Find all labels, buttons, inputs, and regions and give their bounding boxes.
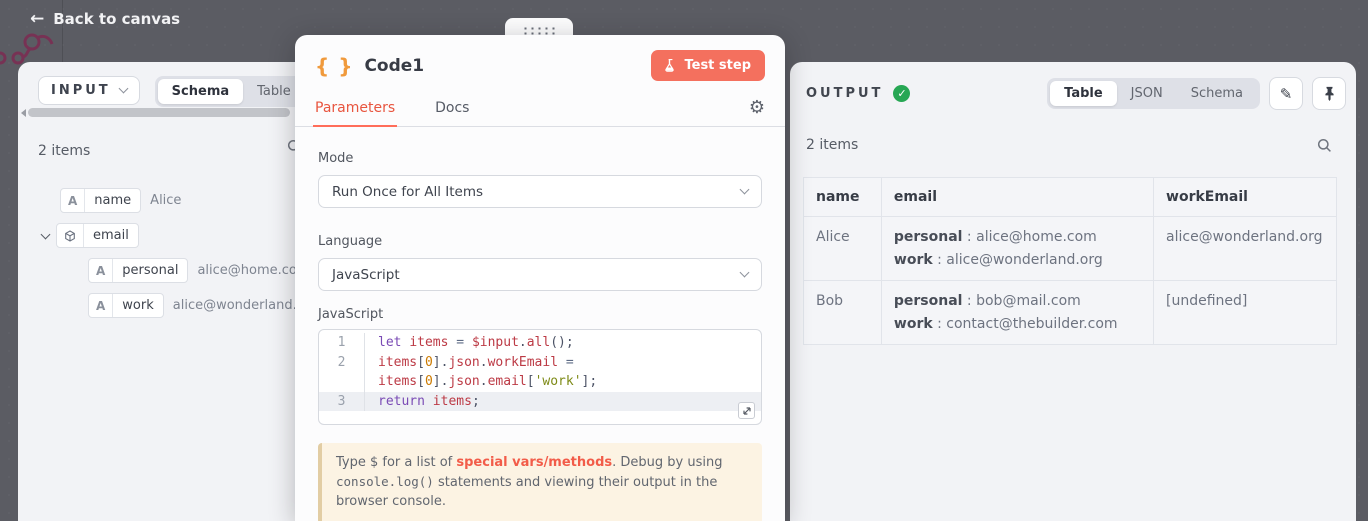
- cell-workemail-error: [undefined]: [1154, 281, 1337, 345]
- output-tab-schema[interactable]: Schema: [1177, 81, 1257, 106]
- string-type-icon: A: [89, 259, 113, 282]
- scroll-left-arrow-icon[interactable]: [21, 109, 26, 117]
- output-items-count: 2 items: [806, 137, 858, 153]
- language-label: Language: [318, 234, 762, 249]
- mode-label: Mode: [318, 151, 762, 166]
- string-type-icon: A: [89, 294, 113, 317]
- output-view-tabs: Table JSON Schema: [1047, 78, 1260, 109]
- special-vars-link[interactable]: special vars/methods: [456, 455, 612, 470]
- output-table-header-row: name email workEmail: [804, 178, 1337, 217]
- input-source-select[interactable]: INPUT: [38, 76, 140, 105]
- code-line[interactable]: 2items[0].json.workEmail =: [319, 353, 761, 373]
- cell-email: personal : bob@mail.com work : contact@t…: [881, 281, 1153, 345]
- schema-pill-name[interactable]: A name: [60, 188, 141, 213]
- schema-row-name: A name Alice: [60, 188, 181, 213]
- pin-data-button[interactable]: [1312, 77, 1346, 110]
- pencil-icon: ✎: [1280, 85, 1293, 103]
- schema-row-email: email: [42, 223, 139, 248]
- column-header-workemail: workEmail: [1154, 178, 1337, 217]
- back-to-canvas-label: Back to canvas: [53, 10, 180, 28]
- string-type-icon: A: [61, 189, 85, 212]
- tab-docs[interactable]: Docs: [435, 90, 469, 126]
- mode-select[interactable]: Run Once for All Items: [318, 175, 762, 208]
- test-step-button[interactable]: Test step: [651, 50, 765, 81]
- column-header-email: email: [881, 178, 1153, 217]
- settings-gear-icon[interactable]: ⚙: [749, 99, 765, 117]
- cell-workemail: alice@wonderland.org: [1154, 217, 1337, 281]
- code-line[interactable]: items[0].json.email['work'];: [319, 372, 761, 392]
- code-text: return items;: [365, 392, 480, 412]
- n8n-logo-icon: [0, 26, 54, 66]
- table-row: Bob personal : bob@mail.com work : conta…: [804, 281, 1337, 345]
- console-log-code: console.log(): [336, 474, 434, 489]
- input-items-count: 2 items: [38, 143, 90, 159]
- chevron-down-icon: [740, 185, 750, 195]
- output-table: name email workEmail Alice personal : al…: [803, 177, 1337, 345]
- code-editor-label: JavaScript: [318, 307, 762, 322]
- back-arrow-icon: ←: [30, 11, 44, 28]
- line-number: [319, 372, 365, 392]
- back-to-canvas-button[interactable]: ← Back to canvas: [30, 10, 180, 28]
- horizontal-scrollbar[interactable]: [28, 108, 290, 117]
- tab-parameters[interactable]: Parameters: [315, 90, 395, 126]
- code-text: let items = $input.all();: [365, 333, 574, 353]
- schema-row-work: A work alice@wonderland.org: [88, 293, 318, 318]
- column-header-name: name: [804, 178, 882, 217]
- cell-name: Alice: [804, 217, 882, 281]
- chevron-down-icon: [740, 268, 750, 278]
- code-text: items[0].json.workEmail =: [365, 353, 574, 373]
- cell-name: Bob: [804, 281, 882, 345]
- schema-value: Alice: [150, 193, 181, 208]
- flask-icon: [665, 59, 676, 72]
- expand-editor-button[interactable]: [738, 402, 755, 419]
- table-row: Alice personal : alice@home.com work : a…: [804, 217, 1337, 281]
- schema-pill-email[interactable]: email: [56, 223, 139, 248]
- output-search-icon[interactable]: [1317, 138, 1332, 153]
- line-number: 1: [319, 333, 365, 353]
- chevron-down-icon: [118, 84, 128, 94]
- input-tab-schema[interactable]: Schema: [158, 79, 243, 104]
- line-number: 2: [319, 353, 365, 373]
- code-rows: 1let items = $input.all();2items[0].json…: [319, 333, 761, 411]
- code-node-modal: { } Code1 Test step Parameters Docs ⚙ Mo…: [295, 35, 785, 521]
- output-tab-table[interactable]: Table: [1050, 81, 1117, 106]
- code-node-icon: { }: [315, 54, 353, 78]
- editor-hint-callout: Type $ for a list of special vars/method…: [318, 443, 762, 521]
- object-type-icon: [57, 224, 84, 247]
- success-check-icon: ✓: [893, 85, 910, 102]
- code-editor[interactable]: 1let items = $input.all();2items[0].json…: [318, 329, 762, 425]
- code-line[interactable]: 1let items = $input.all();: [319, 333, 761, 353]
- line-number: 3: [319, 392, 365, 412]
- edit-output-button[interactable]: ✎: [1269, 77, 1303, 110]
- schema-value: alice@home.com: [197, 263, 309, 278]
- input-panel-title: INPUT: [51, 83, 111, 98]
- cell-email: personal : alice@home.com work : alice@w…: [881, 217, 1153, 281]
- node-title: Code1: [364, 56, 424, 76]
- language-select[interactable]: JavaScript: [318, 258, 762, 291]
- schema-pill-work[interactable]: A work: [88, 293, 164, 318]
- code-text: items[0].json.email['work'];: [365, 372, 597, 392]
- schema-pill-personal[interactable]: A personal: [88, 258, 188, 283]
- schema-row-personal: A personal alice@home.com: [88, 258, 310, 283]
- output-panel-title: OUTPUT: [806, 86, 883, 101]
- modal-tabs: Parameters Docs ⚙: [295, 90, 785, 127]
- ndv-overlay: ← Back to canvas INPUT Schema Table JSON…: [0, 0, 1368, 521]
- pin-icon: [1323, 86, 1336, 101]
- drag-dots-icon: [522, 26, 556, 35]
- output-panel: OUTPUT ✓ Table JSON Schema ✎ 2 items: [790, 62, 1356, 521]
- tree-expand-chevron-icon[interactable]: [41, 229, 51, 239]
- output-tab-json[interactable]: JSON: [1117, 81, 1177, 106]
- expand-icon: [742, 406, 752, 416]
- code-line[interactable]: 3return items;: [319, 392, 761, 412]
